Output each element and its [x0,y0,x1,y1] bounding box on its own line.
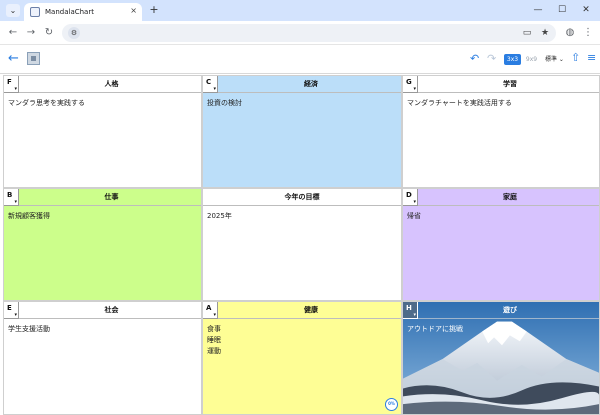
dropdown-arrow-icon[interactable]: ▾ [413,86,416,92]
cell-badge[interactable]: G ▾ [403,76,418,93]
cell-badge[interactable]: H ▾ [403,302,418,319]
cell-header: F ▾ 人格 [4,76,201,93]
menu-icon[interactable]: ≡ [587,51,596,64]
new-tab-icon[interactable]: + [148,3,160,17]
maximize-icon[interactable]: ☐ [552,2,572,18]
favicon-icon [30,7,40,17]
cell-h[interactable]: H ▾ 遊び アウトドアに挑戦 [402,301,600,415]
dropdown-arrow-icon[interactable]: ▾ [14,312,17,318]
cell-a[interactable]: A ▾ 健康 食事 睡眠 運動 0% [202,301,402,415]
cell-body[interactable]: 新規顧客獲得 [8,211,197,222]
redo-icon[interactable]: ↷ [487,53,496,65]
address-bar[interactable]: ⚙ ▭ ★ [62,24,556,42]
size-9x9-button[interactable]: 9x9 [523,54,540,65]
cell-header: E ▾ 社会 [4,302,201,319]
cell-body[interactable]: マンダラ思考を実践する [8,98,197,109]
cell-center[interactable]: 今年の目標 2025年 [202,188,402,301]
cell-body[interactable]: 2025年 [207,211,397,222]
cell-title: 遊び [503,306,517,314]
cell-body[interactable]: 投資の検討 [207,98,397,109]
tab-title: MandalaChart [45,8,94,16]
cell-badge[interactable]: B ▾ [4,189,19,206]
cell-title: 仕事 [104,193,119,201]
app-back-icon[interactable]: ← [8,52,19,66]
dropdown-arrow-icon[interactable]: ▾ [14,86,17,92]
cell-body[interactable]: 帰省 [407,211,595,222]
cell-title: 社会 [104,306,119,314]
dropdown-arrow-icon[interactable]: ▾ [413,312,416,318]
extensions-icon[interactable]: ◍ [563,26,577,40]
cell-title: 健康 [304,306,318,314]
cell-header: H ▾ 遊び [403,302,599,319]
cell-badge[interactable]: F ▾ [4,76,19,93]
cell-badge[interactable]: E ▾ [4,302,19,319]
dropdown-arrow-icon[interactable]: ▾ [213,86,216,92]
mandala-grid: F ▾ 人格 マンダラ思考を実践する C ▾ 経済 投資の検討 G ▾ 学習 マンダラ… [3,75,600,415]
close-window-icon[interactable]: ✕ [576,2,596,18]
cast-icon[interactable]: ▭ [520,26,534,40]
kebab-menu-icon[interactable]: ⋮ [581,26,595,40]
cell-header: C ▾ 経済 [203,76,401,93]
forward-icon[interactable]: → [24,26,38,40]
bookmark-star-icon[interactable]: ★ [538,26,552,40]
cell-e[interactable]: E ▾ 社会 学生支援活動 [3,301,202,415]
dropdown-arrow-icon[interactable]: ▾ [14,199,17,205]
size-3x3-button[interactable]: 3x3 [504,54,521,65]
browser-tab-bar: ⌄ MandalaChart × + — ☐ ✕ [0,0,600,21]
undo-icon[interactable]: ↶ [470,53,479,65]
back-icon[interactable]: ← [6,26,20,40]
cell-g[interactable]: G ▾ 学習 マンダラチャートを実践活用する [402,75,600,188]
dropdown-arrow-icon[interactable]: ▾ [213,312,216,318]
cell-b[interactable]: B ▾ 仕事 新規顧客獲得 [3,188,202,301]
cell-body[interactable]: アウトドアに挑戦 [407,324,595,335]
cell-header: A ▾ 健康 [203,302,401,319]
browser-nav-bar: ← → ↻ ⚙ ▭ ★ ◍ ⋮ [0,21,600,45]
browser-tab[interactable]: MandalaChart × [24,3,142,21]
site-settings-icon[interactable]: ⚙ [68,27,80,39]
cell-badge[interactable]: D ▾ [403,189,418,206]
tab-close-icon[interactable]: × [130,6,137,16]
app-logo-icon [27,52,40,65]
center-title: 今年の目標 [203,189,401,206]
app-toolbar: ← ↶ ↷ 3x3 9x9 標準 ⌄ ⇧ ≡ [0,46,600,74]
cell-body[interactable]: 学生支援活動 [8,324,197,335]
cell-body[interactable]: 食事 睡眠 運動 [207,324,397,357]
mode-select[interactable]: 標準 ⌄ [545,54,564,65]
share-icon[interactable]: ⇧ [571,51,580,64]
reload-icon[interactable]: ↻ [42,26,56,40]
cell-body[interactable]: マンダラチャートを実践活用する [407,98,595,109]
cell-header: D ▾ 家庭 [403,189,599,206]
cell-header: G ▾ 学習 [403,76,599,93]
cell-f[interactable]: F ▾ 人格 マンダラ思考を実践する [3,75,202,188]
cell-title: 家庭 [503,193,517,201]
dropdown-arrow-icon[interactable]: ▾ [413,199,416,205]
progress-badge-icon[interactable]: 0% [385,398,398,411]
cell-title: 経済 [304,80,318,88]
cell-c[interactable]: C ▾ 経済 投資の検討 [202,75,402,188]
tab-search-chevron-icon[interactable]: ⌄ [6,4,20,17]
minimize-icon[interactable]: — [528,2,548,18]
cell-header: B ▾ 仕事 [4,189,201,206]
cell-badge[interactable]: C ▾ [203,76,218,93]
cell-d[interactable]: D ▾ 家庭 帰省 [402,188,600,301]
cell-title: 人格 [104,80,119,88]
cell-badge[interactable]: A ▾ [203,302,218,319]
cell-title: 学習 [503,80,517,88]
